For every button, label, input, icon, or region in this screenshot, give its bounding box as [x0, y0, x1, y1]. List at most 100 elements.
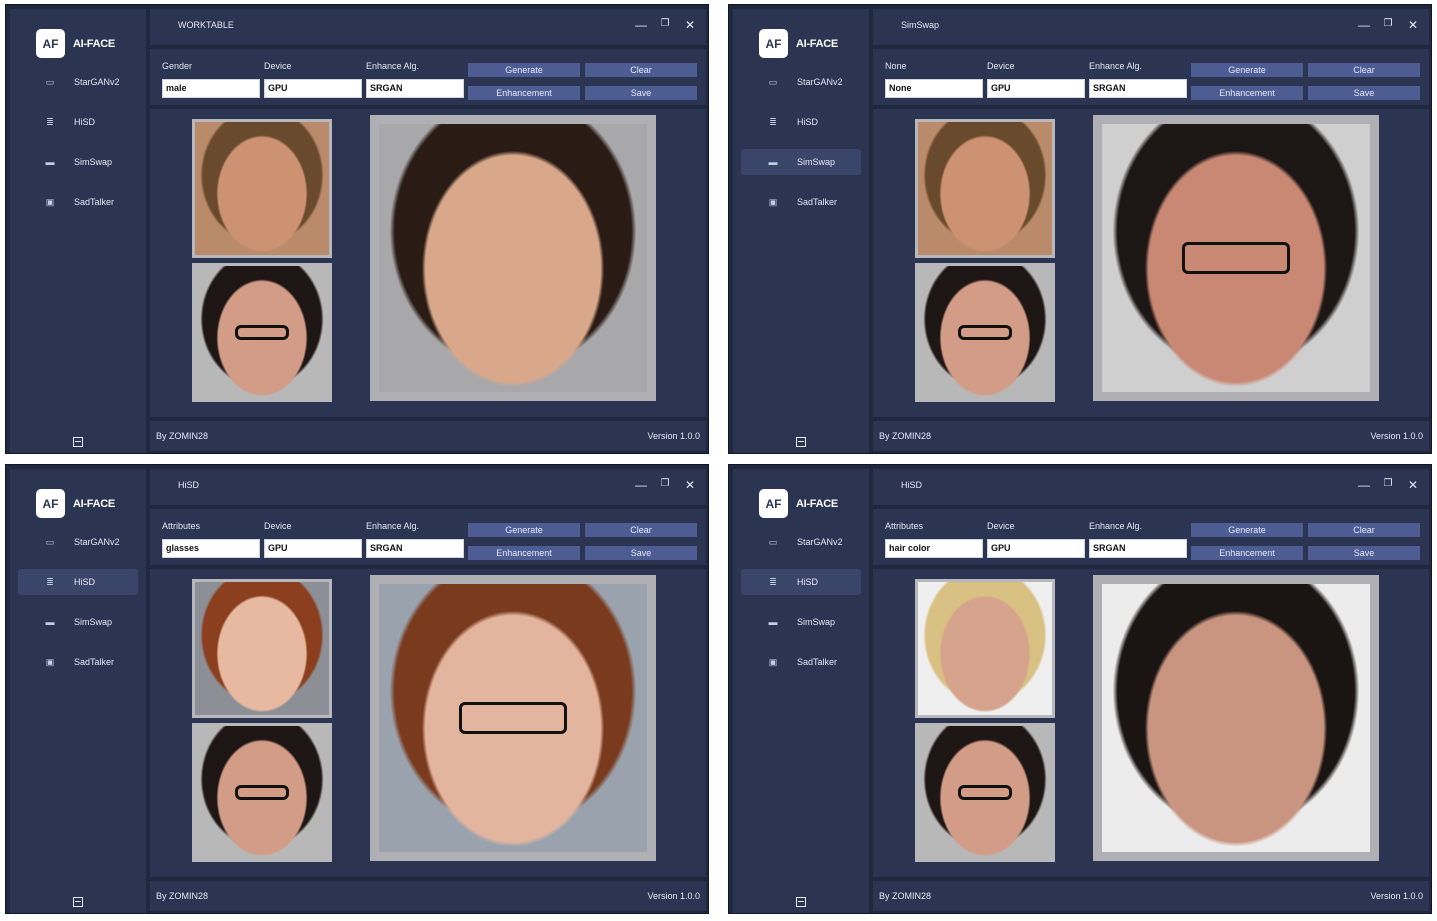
result-image[interactable] [1093, 115, 1379, 401]
attribute-select[interactable]: glasses [162, 539, 260, 558]
attribute-select[interactable]: male [162, 79, 260, 98]
sidebar-item-sadtalker[interactable]: ▣ SadTalker [741, 649, 861, 675]
maximize-button[interactable]: ❐ [1381, 18, 1395, 29]
clear-button[interactable]: Clear [1308, 523, 1420, 537]
enhance-alg-label: Enhance Alg. [366, 521, 420, 531]
window-title: SimSwap [901, 20, 940, 30]
version-text: Version 1.0.0 [647, 891, 700, 901]
sidebar-item-sadtalker[interactable]: ▣ SadTalker [18, 649, 138, 675]
collapse-sidebar-icon[interactable] [73, 897, 83, 907]
minimize-button[interactable]: — [1357, 18, 1371, 32]
minimize-button[interactable]: — [1357, 478, 1371, 492]
close-button[interactable]: ✕ [683, 18, 697, 32]
device-select[interactable]: GPU [987, 539, 1085, 558]
save-button[interactable]: Save [1308, 546, 1420, 560]
sidebar-item-starganv2[interactable]: ▭ StarGANv2 [18, 69, 138, 95]
collapse-sidebar-icon[interactable] [796, 897, 806, 907]
sidebar-item-sadtalker[interactable]: ▣ SadTalker [18, 189, 138, 215]
sidebar-item-sadtalker[interactable]: ▣ SadTalker [741, 189, 861, 215]
enhance-alg-select[interactable]: SRGAN [366, 79, 464, 98]
app-window: AF AI-FACE ▭ StarGANv2 ≣ HiSD ▬ SimSwap … [728, 464, 1432, 914]
title-bar: HiSD — ❐ ✕ [150, 469, 706, 505]
result-image[interactable] [1093, 575, 1379, 861]
enhance-alg-select[interactable]: SRGAN [1089, 79, 1187, 98]
attribute-select[interactable]: None [885, 79, 983, 98]
generate-button[interactable]: Generate [468, 523, 580, 537]
enhancement-button[interactable]: Enhancement [468, 546, 580, 560]
enhance-alg-select[interactable]: SRGAN [366, 539, 464, 558]
maximize-button[interactable]: ❐ [1381, 478, 1395, 489]
result-image[interactable] [370, 115, 656, 401]
logo-badge: AF [759, 489, 788, 518]
generate-button[interactable]: Generate [468, 63, 580, 77]
sidebar-item-hisd[interactable]: ≣ HiSD [741, 109, 861, 135]
minimize-button[interactable]: — [634, 478, 648, 492]
close-button[interactable]: ✕ [1406, 18, 1420, 32]
sidebar-item-label: SimSwap [797, 157, 836, 167]
save-button[interactable]: Save [585, 86, 697, 100]
close-button[interactable]: ✕ [1406, 478, 1420, 492]
source-face-photo [918, 582, 1052, 715]
clear-button[interactable]: Clear [585, 523, 697, 537]
attribute-select[interactable]: hair color [885, 539, 983, 558]
device-label: Device [987, 521, 1015, 531]
maximize-button[interactable]: ❐ [658, 478, 672, 489]
window-title: WORKTABLE [178, 20, 234, 30]
monitor-icon: ▭ [768, 537, 778, 547]
app-logo: AF AI-FACE [36, 489, 115, 518]
generate-button[interactable]: Generate [1191, 63, 1303, 77]
enhancement-button[interactable]: Enhancement [468, 86, 580, 100]
sidebar-item-hisd[interactable]: ≣ HiSD [741, 569, 861, 595]
save-button[interactable]: Save [1308, 86, 1420, 100]
monitor-icon: ▭ [768, 77, 778, 87]
sidebar-item-simswap[interactable]: ▬ SimSwap [741, 149, 861, 175]
generate-button[interactable]: Generate [1191, 523, 1303, 537]
save-button[interactable]: Save [585, 546, 697, 560]
source-image[interactable] [192, 579, 332, 718]
maximize-button[interactable]: ❐ [658, 18, 672, 29]
sidebar-item-label: HiSD [74, 117, 96, 127]
card-icon: ▬ [45, 617, 55, 627]
result-image[interactable] [370, 575, 656, 861]
reference-image[interactable] [915, 263, 1055, 402]
collapse-sidebar-icon[interactable] [73, 437, 83, 447]
sidebar: AF AI-FACE ▭ StarGANv2 ≣ HiSD ▬ SimSwap … [733, 9, 869, 453]
control-panel: Attributes Device Enhance Alg. glasses G… [150, 509, 706, 565]
sidebar-item-simswap[interactable]: ▬ SimSwap [741, 609, 861, 635]
reference-image[interactable] [915, 723, 1055, 862]
sidebar-item-label: StarGANv2 [797, 77, 843, 87]
enhancement-button[interactable]: Enhancement [1191, 86, 1303, 100]
reference-image[interactable] [192, 263, 332, 402]
sidebar-item-starganv2[interactable]: ▭ StarGANv2 [741, 529, 861, 555]
card-icon: ▬ [45, 157, 55, 167]
collapse-sidebar-icon[interactable] [796, 437, 806, 447]
sidebar-item-starganv2[interactable]: ▭ StarGANv2 [18, 529, 138, 555]
list-icon: ≣ [769, 117, 777, 127]
device-select[interactable]: GPU [987, 79, 1085, 98]
reference-image[interactable] [192, 723, 332, 862]
clear-button[interactable]: Clear [585, 63, 697, 77]
sidebar: AF AI-FACE ▭ StarGANv2 ≣ HiSD ▬ SimSwap … [10, 9, 146, 453]
sidebar-item-simswap[interactable]: ▬ SimSwap [18, 609, 138, 635]
device-select[interactable]: GPU [264, 539, 362, 558]
close-button[interactable]: ✕ [683, 478, 697, 492]
sidebar-item-starganv2[interactable]: ▭ StarGANv2 [741, 69, 861, 95]
source-image[interactable] [192, 119, 332, 258]
list-icon: ≣ [46, 117, 54, 127]
title-bar: WORKTABLE — ❐ ✕ [150, 9, 706, 45]
source-image[interactable] [915, 579, 1055, 718]
enhance-alg-select[interactable]: SRGAN [1089, 539, 1187, 558]
minimize-button[interactable]: — [634, 18, 648, 32]
list-icon: ≣ [46, 577, 54, 587]
sidebar-item-hisd[interactable]: ≣ HiSD [18, 109, 138, 135]
reference-face-photo [918, 266, 1052, 399]
source-image[interactable] [915, 119, 1055, 258]
sidebar-item-simswap[interactable]: ▬ SimSwap [18, 149, 138, 175]
source-face-photo [195, 122, 329, 255]
logo-text: AI-FACE [73, 37, 115, 50]
attribute-label: None [885, 61, 907, 71]
enhancement-button[interactable]: Enhancement [1191, 546, 1303, 560]
device-select[interactable]: GPU [264, 79, 362, 98]
sidebar-item-hisd[interactable]: ≣ HiSD [18, 569, 138, 595]
clear-button[interactable]: Clear [1308, 63, 1420, 77]
